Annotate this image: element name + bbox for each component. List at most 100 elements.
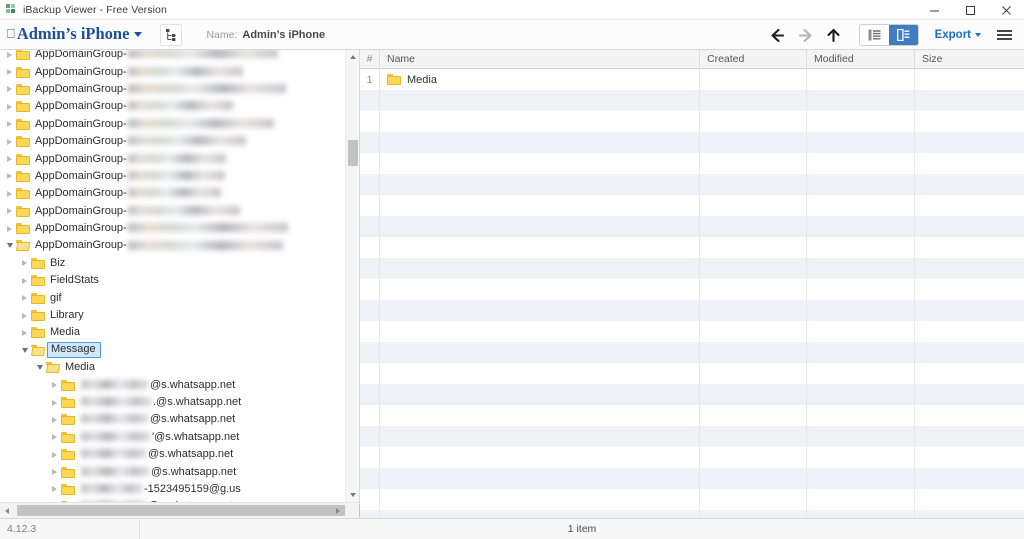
sidebar: AppDomainGroup-AppDomainGroup-AppDomainG…: [0, 50, 360, 518]
expand-arrow-right-icon[interactable]: [49, 469, 60, 475]
column-header-modified[interactable]: Modified: [807, 50, 915, 69]
expand-arrow-right-icon[interactable]: [4, 121, 15, 127]
tree-item[interactable]: @s.whatsapp.net: [0, 446, 359, 463]
folder-icon: [16, 119, 30, 130]
table-row-empty: [360, 300, 1024, 321]
tree-item-label: Library: [50, 310, 84, 321]
expand-arrow-right-icon[interactable]: [49, 434, 60, 440]
row-index: [360, 258, 380, 279]
tree-item[interactable]: Media: [0, 359, 359, 376]
tree-item[interactable]: AppDomainGroup-: [0, 63, 359, 80]
expand-arrow-right-icon[interactable]: [4, 191, 15, 197]
up-button[interactable]: [821, 22, 847, 48]
expand-arrow-right-icon[interactable]: [4, 52, 15, 58]
table-row[interactable]: 1Media: [360, 69, 1024, 90]
tree-item-label: -1523495159@g.us: [80, 484, 241, 495]
minimize-button[interactable]: [916, 0, 952, 20]
folder-icon: [387, 74, 401, 85]
scroll-right-button[interactable]: [331, 503, 345, 518]
tree-item[interactable]: -1523495159@g.us: [0, 481, 359, 498]
tree-item[interactable]: @s.whatsapp.net: [0, 411, 359, 428]
row-name: [380, 321, 700, 342]
column-header-num[interactable]: #: [360, 50, 380, 69]
tree-item[interactable]: AppDomainGroup-: [0, 168, 359, 185]
column-header-size[interactable]: Size: [915, 50, 1024, 69]
expand-arrow-right-icon[interactable]: [4, 69, 15, 75]
column-header-created[interactable]: Created: [700, 50, 807, 69]
tree-item[interactable]: AppDomainGroup-: [0, 203, 359, 220]
expand-arrow-right-icon[interactable]: [49, 452, 60, 458]
tree-item[interactable]: AppDomainGroup-: [0, 185, 359, 202]
expand-arrow-right-icon[interactable]: [49, 382, 60, 388]
sidebar-horizontal-scrollbar[interactable]: [0, 502, 359, 518]
forward-button[interactable]: [793, 22, 819, 48]
row-created: [700, 342, 807, 363]
tree-item[interactable]: gif: [0, 289, 359, 306]
expand-arrow-right-icon[interactable]: [49, 486, 60, 492]
row-size: [915, 279, 1024, 300]
tree-item-label: '@s.whatsapp.net: [80, 432, 239, 443]
tree-item[interactable]: AppDomainGroup-: [0, 116, 359, 133]
tree-item[interactable]: AppDomainGroup-: [0, 133, 359, 150]
expand-arrow-right-icon[interactable]: [4, 86, 15, 92]
folder-tree[interactable]: AppDomainGroup-AppDomainGroup-AppDomainG…: [0, 50, 359, 502]
tree-item[interactable]: @s.whatsapp.net: [0, 463, 359, 480]
table-row-empty: [360, 174, 1024, 195]
expand-arrow-right-icon[interactable]: [49, 417, 60, 423]
tree-item[interactable]: Media: [0, 324, 359, 341]
tree-item[interactable]: AppDomainGroup-: [0, 150, 359, 167]
folder-icon: [31, 345, 45, 356]
expand-arrow-right-icon[interactable]: [19, 313, 30, 319]
export-button[interactable]: Export: [935, 29, 981, 41]
list-view-button[interactable]: [860, 25, 889, 45]
device-name-label: Admin’s iPhone: [17, 26, 130, 43]
tree-structure-toggle-button[interactable]: [160, 24, 182, 46]
tree-item-label: Message: [47, 342, 101, 358]
toolbar: ⎕ Admin’s iPhone Name: Admin’s iPhone: [0, 20, 1024, 50]
redacted-text: [128, 154, 226, 163]
tree-item[interactable]: Message: [0, 342, 359, 359]
detail-view-button[interactable]: [889, 25, 918, 45]
tree-item[interactable]: AppDomainGroup-: [0, 237, 359, 254]
tree-item[interactable]: .@s.whatsapp.net: [0, 394, 359, 411]
expand-arrow-right-icon[interactable]: [4, 139, 15, 145]
back-button[interactable]: [765, 22, 791, 48]
expand-arrow-right-icon[interactable]: [49, 400, 60, 406]
menu-button[interactable]: [997, 27, 1013, 43]
tree-item[interactable]: AppDomainGroup-: [0, 50, 359, 63]
tree-item[interactable]: AppDomainGroup-: [0, 81, 359, 98]
expand-arrow-right-icon[interactable]: [19, 278, 30, 284]
expand-arrow-right-icon[interactable]: [4, 104, 15, 110]
expand-arrow-down-icon[interactable]: [4, 243, 15, 248]
tree-item[interactable]: FieldStats: [0, 272, 359, 289]
expand-arrow-down-icon[interactable]: [19, 348, 30, 353]
file-rows[interactable]: 1Media: [360, 69, 1024, 518]
expand-arrow-right-icon[interactable]: [4, 226, 15, 232]
tree-item[interactable]: AppDomainGroup-: [0, 98, 359, 115]
column-header-name[interactable]: Name: [380, 50, 700, 69]
expand-arrow-right-icon[interactable]: [4, 156, 15, 162]
expand-arrow-right-icon[interactable]: [4, 208, 15, 214]
tree-item[interactable]: Biz: [0, 255, 359, 272]
scroll-up-button[interactable]: [346, 50, 359, 64]
row-modified: [807, 426, 915, 447]
tree-item[interactable]: AppDomainGroup-: [0, 220, 359, 237]
row-size: [915, 195, 1024, 216]
close-button[interactable]: [988, 0, 1024, 20]
scroll-left-button[interactable]: [0, 503, 14, 518]
tree-item-label: AppDomainGroup-: [35, 188, 222, 199]
tree-item[interactable]: '@s.whatsapp.net: [0, 429, 359, 446]
scroll-down-button[interactable]: [346, 488, 359, 502]
expand-arrow-right-icon[interactable]: [19, 295, 30, 301]
tree-item[interactable]: @s.whatsapp.net: [0, 376, 359, 393]
row-modified: [807, 468, 915, 489]
expand-arrow-right-icon[interactable]: [4, 173, 15, 179]
tree-item[interactable]: Library: [0, 307, 359, 324]
expand-arrow-right-icon[interactable]: [19, 330, 30, 336]
maximize-button[interactable]: [952, 0, 988, 20]
expand-arrow-right-icon[interactable]: [19, 260, 30, 266]
expand-arrow-down-icon[interactable]: [34, 365, 45, 370]
device-selector[interactable]: ⎕ Admin’s iPhone: [7, 26, 142, 43]
scrollbar-thumb[interactable]: [348, 140, 358, 166]
sidebar-vertical-scrollbar[interactable]: [345, 50, 359, 502]
